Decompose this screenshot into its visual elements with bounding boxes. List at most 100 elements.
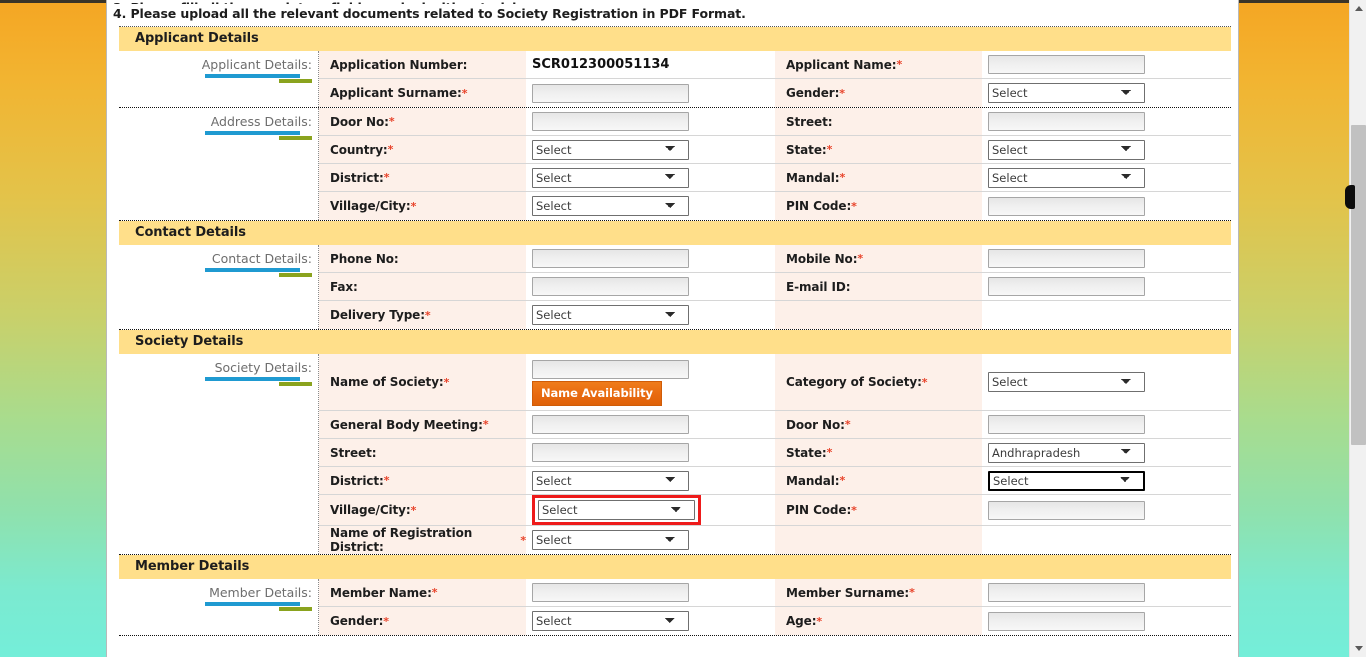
form-row: Gender: * Select Age: * — [319, 607, 1231, 635]
select-delivery-type[interactable]: Select — [532, 305, 689, 325]
field-label-door-no: Door No: * — [319, 108, 526, 135]
section-contact-details: Contact Details Contact Details: Phone No:… — [119, 221, 1231, 330]
required-asterisk: * — [443, 375, 450, 389]
field-label-empty — [775, 526, 982, 554]
input-street[interactable] — [988, 112, 1145, 131]
input-age[interactable] — [988, 611, 1145, 631]
field-label-general-body-meeting: General Body Meeting: * — [319, 411, 526, 438]
label-text: Application Number: — [330, 57, 468, 72]
input-phone-no[interactable] — [532, 249, 689, 268]
input-pin-code[interactable] — [988, 196, 1145, 216]
input-applicant-name[interactable] — [988, 55, 1145, 74]
label-text: E-mail ID: — [786, 279, 851, 294]
label-text: PIN Code: — [786, 199, 852, 213]
select-name-of-registration-district[interactable]: Select — [532, 530, 689, 550]
select-category-of-society[interactable]: Select — [988, 372, 1145, 392]
select-district[interactable]: Select — [532, 167, 689, 188]
label-text: Age: — [786, 614, 817, 628]
field-control-district: Select — [526, 467, 775, 494]
label-text: Gender: — [330, 614, 384, 628]
side-label-member-details: Member Details: — [119, 579, 319, 635]
section-header-member-details: Member Details — [119, 555, 1231, 579]
input-door-no[interactable] — [988, 415, 1145, 434]
field-control-member-name — [526, 579, 775, 606]
field-label-name-of-society: Name of Society: * — [319, 354, 526, 410]
input-member-name[interactable] — [532, 583, 689, 602]
required-asterisk: * — [424, 308, 431, 322]
select-mandal[interactable]: Select — [988, 167, 1145, 188]
browser-scrollbar[interactable] — [1345, 0, 1366, 657]
form-row: Applicant Surname: * Gender: * Select — [319, 79, 1231, 107]
label-text: Street: — [330, 445, 377, 460]
scroll-up-arrow[interactable] — [1350, 0, 1366, 17]
input-door-no[interactable] — [532, 112, 689, 131]
form-row: Street: State: * Andhrapradesh — [319, 439, 1231, 467]
select-country[interactable]: Select — [532, 139, 689, 160]
field-control-general-body-meeting — [526, 411, 775, 438]
label-text: Member Name: — [330, 585, 432, 600]
select-gender[interactable]: Select — [988, 83, 1145, 103]
field-control-empty — [982, 301, 1231, 329]
side-label-contact-details: Contact Details: — [119, 245, 319, 329]
field-label-street: Street: — [319, 439, 526, 466]
label-text: Street: — [786, 114, 833, 129]
name-availability-button[interactable]: Name Availability — [532, 381, 662, 406]
side-label-text: Society Details: — [214, 360, 312, 375]
scrollbar-thumb[interactable] — [1351, 125, 1366, 445]
side-panel-tab-handle[interactable] — [1345, 185, 1355, 209]
input-name-of-society[interactable] — [532, 360, 689, 379]
label-text: State: — [786, 142, 827, 157]
required-asterisk: * — [844, 418, 851, 431]
input-general-body-meeting[interactable] — [532, 415, 689, 434]
input-street[interactable] — [532, 443, 689, 462]
input-fax[interactable] — [532, 277, 689, 296]
field-label-delivery-type: Delivery Type: * — [319, 301, 526, 329]
field-label-street: Street: — [775, 108, 982, 135]
required-asterisk: * — [383, 171, 390, 184]
field-rows: Member Name: * Member Surname: * Gender: * Sel… — [319, 579, 1231, 635]
label-text: Country: — [330, 142, 388, 157]
input-pin-code[interactable] — [988, 500, 1145, 520]
input-e-mail-id[interactable] — [988, 277, 1145, 296]
field-control-village-city: Select — [526, 192, 775, 220]
select-village-city[interactable]: Select — [532, 196, 689, 216]
form-row: District: * Select Mandal: * Select — [319, 467, 1231, 495]
label-text: District: — [330, 170, 384, 185]
input-mobile-no[interactable] — [988, 249, 1145, 268]
required-asterisk: * — [857, 252, 864, 265]
field-control-applicant-surname — [526, 79, 775, 107]
field-label-district: District: * — [319, 164, 526, 191]
field-control-applicant-name — [982, 51, 1231, 78]
field-label-state: State: * — [775, 136, 982, 163]
select-district[interactable]: Select — [532, 470, 689, 491]
input-member-surname[interactable] — [988, 583, 1145, 602]
select-village-city[interactable]: Select — [538, 500, 695, 520]
field-control-door-no — [982, 411, 1231, 438]
field-label-village-city: Village/City: * — [319, 495, 526, 525]
label-text: Mandal: — [786, 473, 840, 488]
highlight-box-village-city: Select — [532, 495, 701, 525]
select-mandal[interactable]: Select — [988, 470, 1145, 491]
select-gender[interactable]: Select — [532, 611, 689, 631]
field-control-district: Select — [526, 164, 775, 191]
required-asterisk: * — [387, 143, 394, 156]
select-state[interactable]: Select — [988, 139, 1145, 160]
label-text: Category of Society: — [786, 375, 922, 389]
label-text: Name of Registration District: — [330, 526, 473, 554]
accent-bar-green — [279, 382, 312, 386]
side-label-text: Member Details: — [209, 585, 312, 600]
field-control-mandal: Select — [982, 467, 1231, 494]
notice-line-4: 4. Please upload all the relevant docume… — [113, 6, 746, 21]
form-row: Application Number: SCR012300051134 Applic… — [319, 51, 1231, 79]
section-header-applicant-details: Applicant Details — [119, 27, 1231, 51]
form-row: Name of Registration District: * Select — [319, 526, 1231, 554]
scroll-down-arrow[interactable] — [1350, 640, 1366, 657]
side-label-society-details: Society Details: — [119, 354, 319, 554]
select-state[interactable]: Andhrapradesh — [988, 442, 1145, 463]
accent-bar-blue — [205, 268, 300, 272]
field-control-mobile-no — [982, 245, 1231, 272]
form-row: Fax: E-mail ID: — [319, 273, 1231, 301]
input-applicant-surname[interactable] — [532, 83, 689, 103]
required-asterisk: * — [388, 115, 395, 128]
field-label-door-no: Door No: * — [775, 411, 982, 438]
